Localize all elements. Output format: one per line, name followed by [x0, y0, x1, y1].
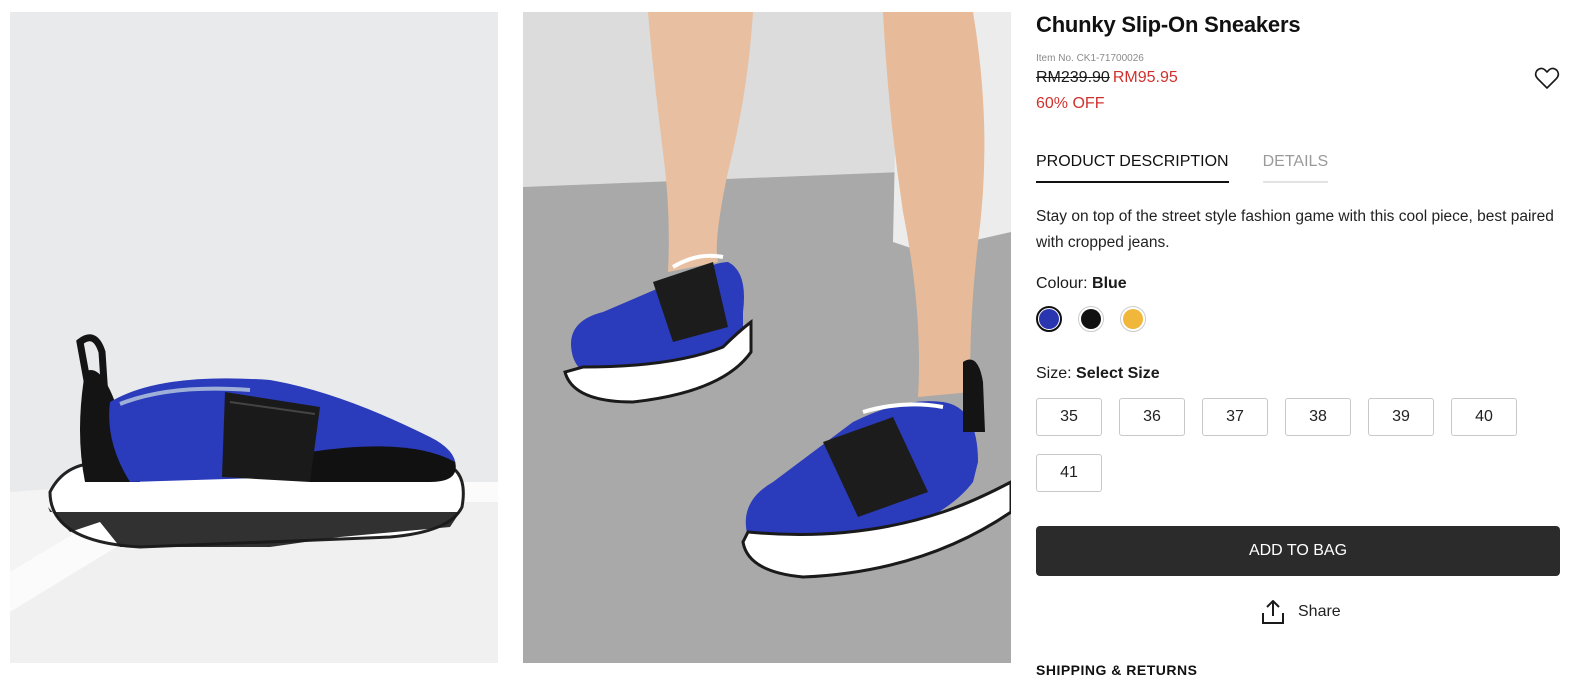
description-tabs: PRODUCT DESCRIPTION DETAILS [1036, 153, 1329, 185]
product-image-1[interactable] [10, 12, 498, 663]
size-option-37[interactable]: 37 [1202, 398, 1268, 436]
selected-colour: Blue [1092, 275, 1127, 292]
price-row: RM239.90 RM95.95 [1036, 69, 1178, 87]
swatch-black[interactable] [1078, 306, 1104, 332]
size-label-text: Size: [1036, 365, 1072, 382]
tab-details[interactable]: DETAILS [1262, 153, 1329, 183]
discount-label: 60% OFF [1036, 95, 1105, 112]
original-price: RM239.90 [1036, 69, 1110, 86]
size-option-35[interactable]: 35 [1036, 398, 1102, 436]
product-info-panel: Chunky Slip-On Sneakers Item No. CK1-717… [1036, 0, 1566, 675]
wishlist-button[interactable] [1533, 64, 1561, 92]
tab-product-description[interactable]: PRODUCT DESCRIPTION [1036, 153, 1229, 183]
colour-label: Colour: Blue [1036, 275, 1127, 293]
sale-price: RM95.95 [1112, 69, 1178, 86]
size-option-40[interactable]: 40 [1451, 398, 1517, 436]
product-image-2[interactable] [523, 12, 1011, 663]
shipping-returns-heading[interactable]: SHIPPING & RETURNS [1036, 662, 1197, 675]
item-number: Item No. CK1-71700026 [1036, 53, 1144, 64]
size-options: 35 36 37 38 39 40 41 [1036, 398, 1536, 492]
add-to-bag-button[interactable]: ADD TO BAG [1036, 526, 1560, 576]
product-description: Stay on top of the street style fashion … [1036, 208, 1554, 251]
selected-size: Select Size [1076, 365, 1160, 382]
swatch-blue[interactable] [1036, 306, 1062, 332]
share-label: Share [1298, 603, 1341, 620]
swatch-blue-dot [1039, 309, 1059, 329]
share-upload-icon [1262, 600, 1284, 624]
swatch-black-dot [1081, 309, 1101, 329]
size-option-36[interactable]: 36 [1119, 398, 1185, 436]
product-title: Chunky Slip-On Sneakers [1036, 12, 1301, 37]
heart-outline-icon [1534, 67, 1560, 89]
swatch-yellow[interactable] [1120, 306, 1146, 332]
colour-swatches [1036, 306, 1146, 332]
size-option-41[interactable]: 41 [1036, 454, 1102, 492]
size-option-39[interactable]: 39 [1368, 398, 1434, 436]
share-button[interactable]: Share [1260, 598, 1341, 626]
size-label: Size: Select Size [1036, 365, 1160, 383]
size-option-38[interactable]: 38 [1285, 398, 1351, 436]
swatch-yellow-dot [1123, 309, 1143, 329]
colour-label-text: Colour: [1036, 275, 1088, 292]
